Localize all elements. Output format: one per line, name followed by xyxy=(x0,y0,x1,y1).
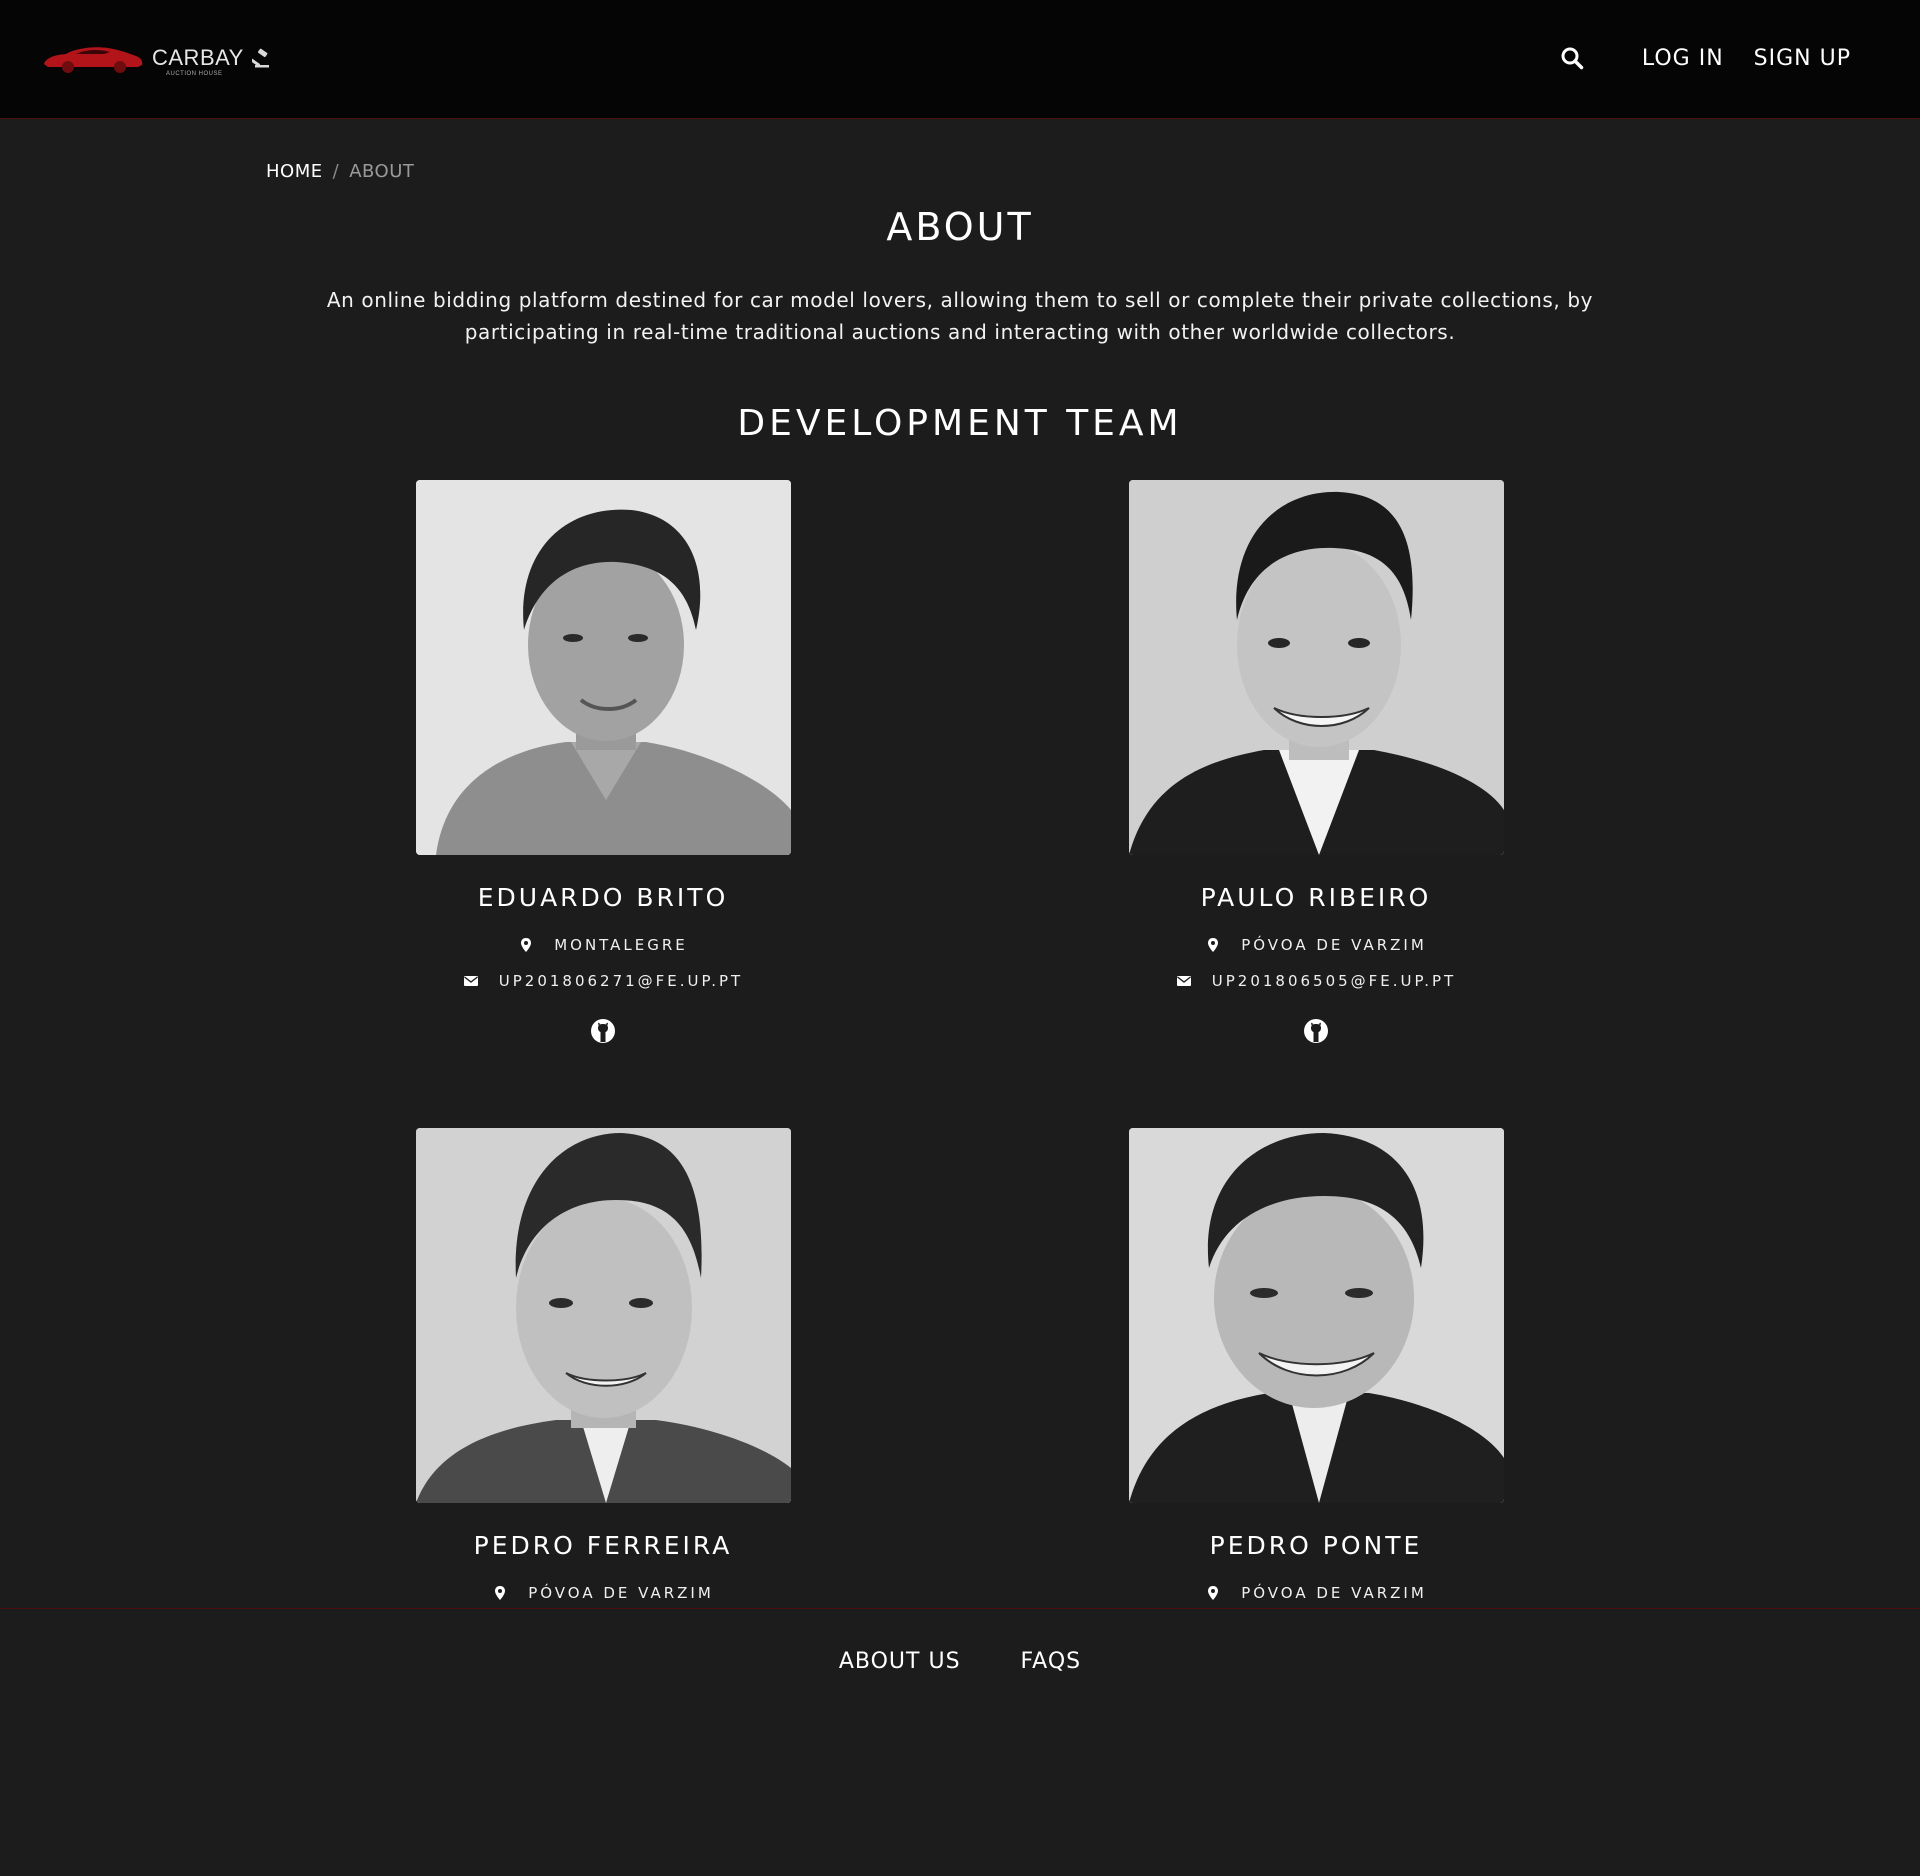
member-location: PÓVOA DE VARZIM xyxy=(1056,936,1576,954)
member-photo xyxy=(1128,480,1504,855)
team-member-card: PAULO RIBEIRO PÓVOA DE VARZIM UP20180650… xyxy=(1056,480,1576,1044)
breadcrumb-current: ABOUT xyxy=(349,161,415,182)
member-location-text: PÓVOA DE VARZIM xyxy=(1241,936,1427,954)
member-name: PEDRO PONTE xyxy=(1209,1531,1423,1560)
nav-actions: LOG IN SIGN UP xyxy=(1560,40,1851,76)
team-member-card: PEDRO PONTE PÓVOA DE VARZIM xyxy=(1056,1128,1576,1602)
envelope-icon xyxy=(463,976,478,986)
envelope-icon xyxy=(1176,976,1191,986)
brand-text: CARBAY AUCTION HOUSE xyxy=(152,45,244,77)
github-link-wrap xyxy=(1056,1018,1576,1044)
member-photo xyxy=(1128,1128,1504,1503)
member-email: UP201806271@FE.UP.PT xyxy=(343,972,863,990)
member-email-link[interactable]: UP201806271@FE.UP.PT xyxy=(499,972,743,990)
member-location: MONTALEGRE xyxy=(343,936,863,954)
github-icon[interactable] xyxy=(590,1018,616,1044)
team-member-card: EDUARDO BRITO MONTALEGRE UP201806271@FE.… xyxy=(343,480,863,1044)
login-link[interactable]: LOG IN xyxy=(1642,46,1724,71)
navbar: CARBAY AUCTION HOUSE LOG IN SIGN UP xyxy=(0,0,1920,119)
brand-subtitle: AUCTION HOUSE xyxy=(166,71,223,77)
member-photo xyxy=(415,1128,791,1503)
breadcrumb-separator: / xyxy=(332,161,340,182)
breadcrumb-home[interactable]: HOME xyxy=(266,161,323,182)
car-logo-icon xyxy=(44,47,143,73)
team-title: DEVELOPMENT TEAM xyxy=(737,403,1183,444)
footer-links: ABOUT US FAQS xyxy=(0,1649,1920,1674)
brand-name: CARBAY xyxy=(152,45,244,70)
brand-logo[interactable]: CARBAY AUCTION HOUSE xyxy=(42,40,272,77)
map-marker-icon xyxy=(1208,1586,1219,1600)
member-name: EDUARDO BRITO xyxy=(477,883,729,912)
member-name: PEDRO FERREIRA xyxy=(473,1531,733,1560)
footer-about-link[interactable]: ABOUT US xyxy=(839,1649,961,1674)
member-location-text: PÓVOA DE VARZIM xyxy=(528,1584,714,1602)
member-location: PÓVOA DE VARZIM xyxy=(343,1584,863,1602)
intro-text: An online bidding platform destined for … xyxy=(326,288,1594,344)
member-location: PÓVOA DE VARZIM xyxy=(1056,1584,1576,1602)
map-marker-icon xyxy=(1208,938,1219,952)
github-link-wrap xyxy=(343,1018,863,1044)
search-icon[interactable] xyxy=(1560,46,1584,70)
member-location-text: PÓVOA DE VARZIM xyxy=(1241,1584,1427,1602)
github-icon[interactable] xyxy=(1303,1018,1329,1044)
footer-faqs-link[interactable]: FAQS xyxy=(1021,1649,1082,1674)
member-location-text: MONTALEGRE xyxy=(554,936,688,954)
member-photo xyxy=(415,480,791,855)
member-email: UP201806505@FE.UP.PT xyxy=(1056,972,1576,990)
page-title: ABOUT xyxy=(886,205,1034,249)
member-email-link[interactable]: UP201806505@FE.UP.PT xyxy=(1212,972,1456,990)
map-marker-icon xyxy=(495,1586,506,1600)
member-name: PAULO RIBEIRO xyxy=(1200,883,1432,912)
signup-link[interactable]: SIGN UP xyxy=(1754,46,1851,71)
team-member-card: PEDRO FERREIRA PÓVOA DE VARZIM xyxy=(343,1128,863,1602)
gavel-icon xyxy=(251,48,269,68)
breadcrumb: HOME / ABOUT xyxy=(266,161,414,182)
footer: ABOUT US FAQS xyxy=(0,1608,1920,1876)
map-marker-icon xyxy=(521,938,532,952)
